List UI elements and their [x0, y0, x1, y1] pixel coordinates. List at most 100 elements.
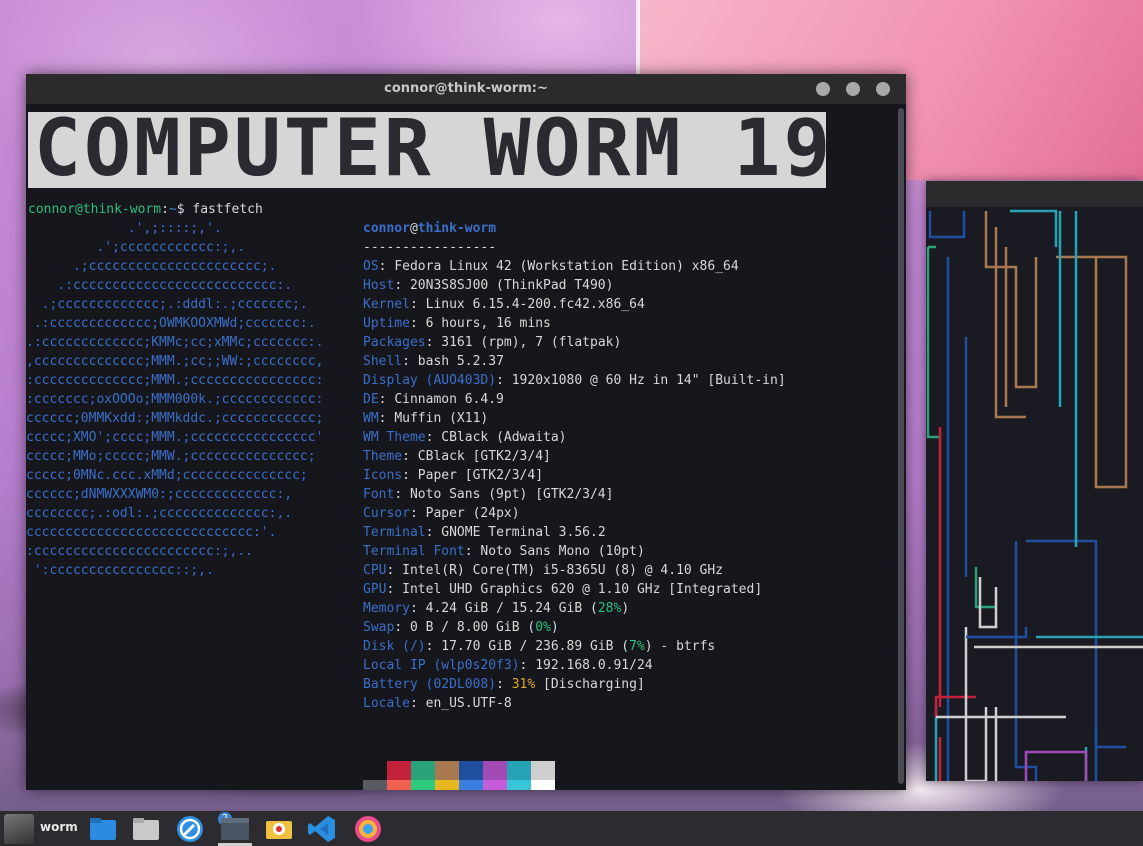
palette-swatch	[387, 761, 411, 780]
files-icon[interactable]	[88, 814, 118, 844]
swap-percent: 0%	[535, 620, 551, 635]
info-value: CBlack (Adwaita)	[441, 430, 567, 445]
info-row: Uptime: 6 hours, 16 mins	[363, 316, 551, 331]
info-key: DE	[363, 392, 379, 407]
info-row: OS: Fedora Linux 42 (Workstation Edition…	[363, 259, 739, 274]
info-row: WM Theme: CBlack (Adwaita)	[363, 430, 567, 445]
info-row-disk: Disk (/): 17.70 GiB / 236.89 GiB (7%) - …	[363, 639, 716, 654]
palette-swatch	[507, 761, 531, 780]
logo-line: .;ccccccccccccc;.:dddl:.;ccccccc;.	[26, 297, 308, 312]
ascii-banner: COMPUTER WORM 1993	[28, 112, 826, 188]
info-row: Theme: CBlack [GTK2/3/4]	[363, 449, 551, 464]
command-text: fastfetch	[192, 202, 263, 217]
minimize-button[interactable]	[816, 82, 830, 96]
logo-line: cccccc;dNMWXXXWM0:;ccccccccccccc:,	[26, 487, 293, 502]
info-row: Icons: Paper [GTK2/3/4]	[363, 468, 544, 483]
palette-swatch	[459, 761, 483, 780]
info-value: Intel UHD Graphics 620 @ 1.10 GHz [Integ…	[402, 582, 763, 597]
command-line: connor@think-worm:~$ fastfetch	[28, 200, 263, 219]
info-key: Memory	[363, 601, 410, 616]
user-avatar[interactable]	[4, 814, 34, 844]
info-key: Uptime	[363, 316, 410, 331]
info-row: Font: Noto Sans (9pt) [GTK2/3/4]	[363, 487, 614, 502]
palette-swatch	[411, 780, 435, 790]
info-at: @	[409, 221, 418, 236]
mail-icon[interactable]	[264, 814, 294, 844]
info-value: GNOME Terminal 3.56.2	[441, 525, 606, 540]
disk-fs: - btrfs	[652, 639, 716, 654]
user-label[interactable]: worm	[40, 820, 78, 834]
info-key: Host	[363, 278, 395, 293]
logo-line: cccccccc;.:odl:.;cccccccccccccc:,.	[26, 506, 293, 521]
info-key: Shell	[363, 354, 403, 369]
info-key: CPU	[363, 563, 387, 578]
info-row: Terminal: GNOME Terminal 3.56.2	[363, 525, 606, 540]
logo-line: .:cccccccccccccccccccccccccc:.	[26, 278, 293, 293]
logo-line: ,cccccccccccccc;MMM.;cc;;WW:;cccccccc,	[26, 354, 324, 369]
info-value: 6 hours, 16 mins	[425, 316, 551, 331]
maximize-button[interactable]	[846, 82, 860, 96]
palette-swatch	[459, 780, 483, 790]
logo-line: :ccccccc;oxOOOo;MMM000k.;cccccccccccc:	[26, 392, 324, 407]
pipes-window[interactable]	[926, 181, 1143, 781]
logo-line: :cccccccccccccc;MMM.;cccccccccccccccc:	[26, 373, 324, 388]
info-key: GPU	[363, 582, 387, 597]
info-header: connor@think-worm	[363, 219, 786, 238]
fedora-ascii-logo: .',;::::;,'. .';cccccccccccc:;,. .;ccccc…	[26, 219, 323, 580]
info-key: Font	[363, 487, 395, 502]
info-key: Packages	[363, 335, 426, 350]
info-row: GPU: Intel UHD Graphics 620 @ 1.10 GHz […	[363, 582, 763, 597]
info-key: WM Theme	[363, 430, 426, 445]
info-value: Noto Sans (9pt) [GTK2/3/4]	[409, 487, 614, 502]
taskbar: worm 2	[0, 811, 1143, 846]
info-key: Display (AUO403D)	[363, 373, 497, 388]
info-value: Muffin (X11)	[394, 411, 489, 426]
info-row: Packages: 3161 (rpm), 7 (flatpak)	[363, 335, 622, 350]
vscode-icon[interactable]	[307, 814, 337, 844]
info-row-local-ip: Local IP (wlp0s20f3): 192.168.0.91/24	[363, 658, 653, 673]
info-value: bash 5.2.37	[417, 354, 504, 369]
info-value: 17.70 GiB / 236.89 GiB	[441, 639, 614, 654]
window-title: connor@think-worm:~	[384, 81, 548, 96]
info-key: Local IP (wlp0s20f3)	[363, 658, 520, 673]
info-key: Battery (02DL008)	[363, 677, 497, 692]
terminal-icon[interactable]	[220, 814, 250, 844]
terminal-window[interactable]: connor@think-worm:~ COMPUTER WORM 1993 c…	[26, 74, 906, 790]
logo-line: .:ccccccccccccc;OWMKOOXMWd;ccccccc:.	[26, 316, 316, 331]
terminal-titlebar[interactable]: connor@think-worm:~	[26, 74, 906, 104]
info-row: Host: 20N3S8SJ00 (ThinkPad T490)	[363, 278, 614, 293]
logo-line: ccccc;0MNc.ccc.xMMd;ccccccccccccccc;	[26, 468, 308, 483]
wallpaper-panel-divider	[636, 0, 640, 80]
info-row: Shell: bash 5.2.37	[363, 354, 504, 369]
palette-swatch	[483, 780, 507, 790]
palette-swatch	[531, 761, 555, 780]
info-key: Terminal Font	[363, 544, 465, 559]
palette-swatch	[531, 780, 555, 790]
folder-icon[interactable]	[131, 814, 161, 844]
terminal-scrollbar[interactable]	[898, 108, 904, 784]
info-row-locale: Locale: en_US.UTF-8	[363, 696, 512, 711]
info-key: Cursor	[363, 506, 410, 521]
logo-line: ':cccccccccccccccc::;,.	[26, 563, 214, 578]
info-key: WM	[363, 411, 379, 426]
palette-swatch	[363, 761, 387, 780]
info-key: Icons	[363, 468, 403, 483]
close-button[interactable]	[876, 82, 890, 96]
logo-line: .';cccccccccccc:;,.	[26, 240, 246, 255]
palette-swatch	[483, 761, 507, 780]
info-value: 3161 (rpm), 7 (flatpak)	[441, 335, 622, 350]
palette-swatch	[435, 780, 459, 790]
browser-icon[interactable]	[175, 814, 205, 844]
info-value: 192.168.0.91/24	[535, 658, 653, 673]
color-picker-icon[interactable]	[353, 814, 383, 844]
logo-line: .',;::::;,'.	[26, 221, 222, 236]
palette-swatch	[411, 761, 435, 780]
system-info: connor@think-worm ----------------- OS: …	[363, 219, 786, 713]
palette-swatch	[507, 780, 531, 790]
info-value: Fedora Linux 42 (Workstation Edition) x8…	[394, 259, 739, 274]
pipes-titlebar[interactable]	[926, 181, 1143, 207]
info-value: Linux 6.15.4-200.fc42.x86_64	[425, 297, 645, 312]
terminal-body[interactable]: COMPUTER WORM 1993 connor@think-worm:~$ …	[26, 104, 894, 790]
palette-swatch	[363, 780, 387, 790]
info-row: Display (AUO403D): 1920x1080 @ 60 Hz in …	[363, 373, 786, 388]
